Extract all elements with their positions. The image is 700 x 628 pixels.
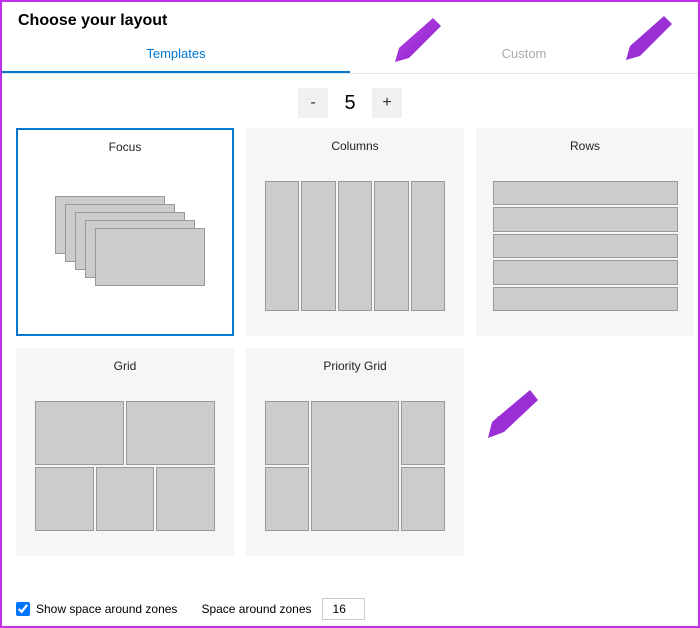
template-grid[interactable]: Grid	[16, 348, 234, 556]
tab-custom[interactable]: Custom	[350, 36, 698, 73]
space-around-label: Space around zones	[201, 602, 311, 616]
template-preview	[247, 387, 463, 555]
template-preview	[18, 168, 232, 334]
space-around-input[interactable]: 16	[322, 598, 365, 620]
increment-button[interactable]: +	[372, 88, 402, 118]
template-priority-grid[interactable]: Priority Grid	[246, 348, 464, 556]
show-space-checkbox-label[interactable]: Show space around zones	[16, 602, 177, 616]
page-title: Choose your layout	[18, 12, 682, 30]
template-preview	[247, 167, 463, 335]
template-title: Grid	[114, 359, 137, 373]
show-space-text: Show space around zones	[36, 602, 177, 616]
zone-count-value: 5	[334, 92, 366, 115]
template-title: Rows	[570, 139, 600, 153]
tab-templates[interactable]: Templates	[2, 36, 350, 73]
template-title: Focus	[109, 140, 142, 154]
template-title: Columns	[331, 139, 378, 153]
template-preview	[477, 167, 693, 335]
footer: Show space around zones Space around zon…	[16, 598, 365, 620]
templates-grid: Focus Columns Rows Grid	[2, 128, 698, 556]
template-rows[interactable]: Rows	[476, 128, 694, 336]
zone-count-stepper: - 5 +	[2, 74, 698, 128]
template-preview	[17, 387, 233, 555]
template-focus[interactable]: Focus	[16, 128, 234, 336]
decrement-button[interactable]: -	[298, 88, 328, 118]
show-space-checkbox[interactable]	[16, 602, 30, 616]
template-title: Priority Grid	[323, 359, 386, 373]
tabs: Templates Custom	[2, 36, 698, 74]
template-columns[interactable]: Columns	[246, 128, 464, 336]
